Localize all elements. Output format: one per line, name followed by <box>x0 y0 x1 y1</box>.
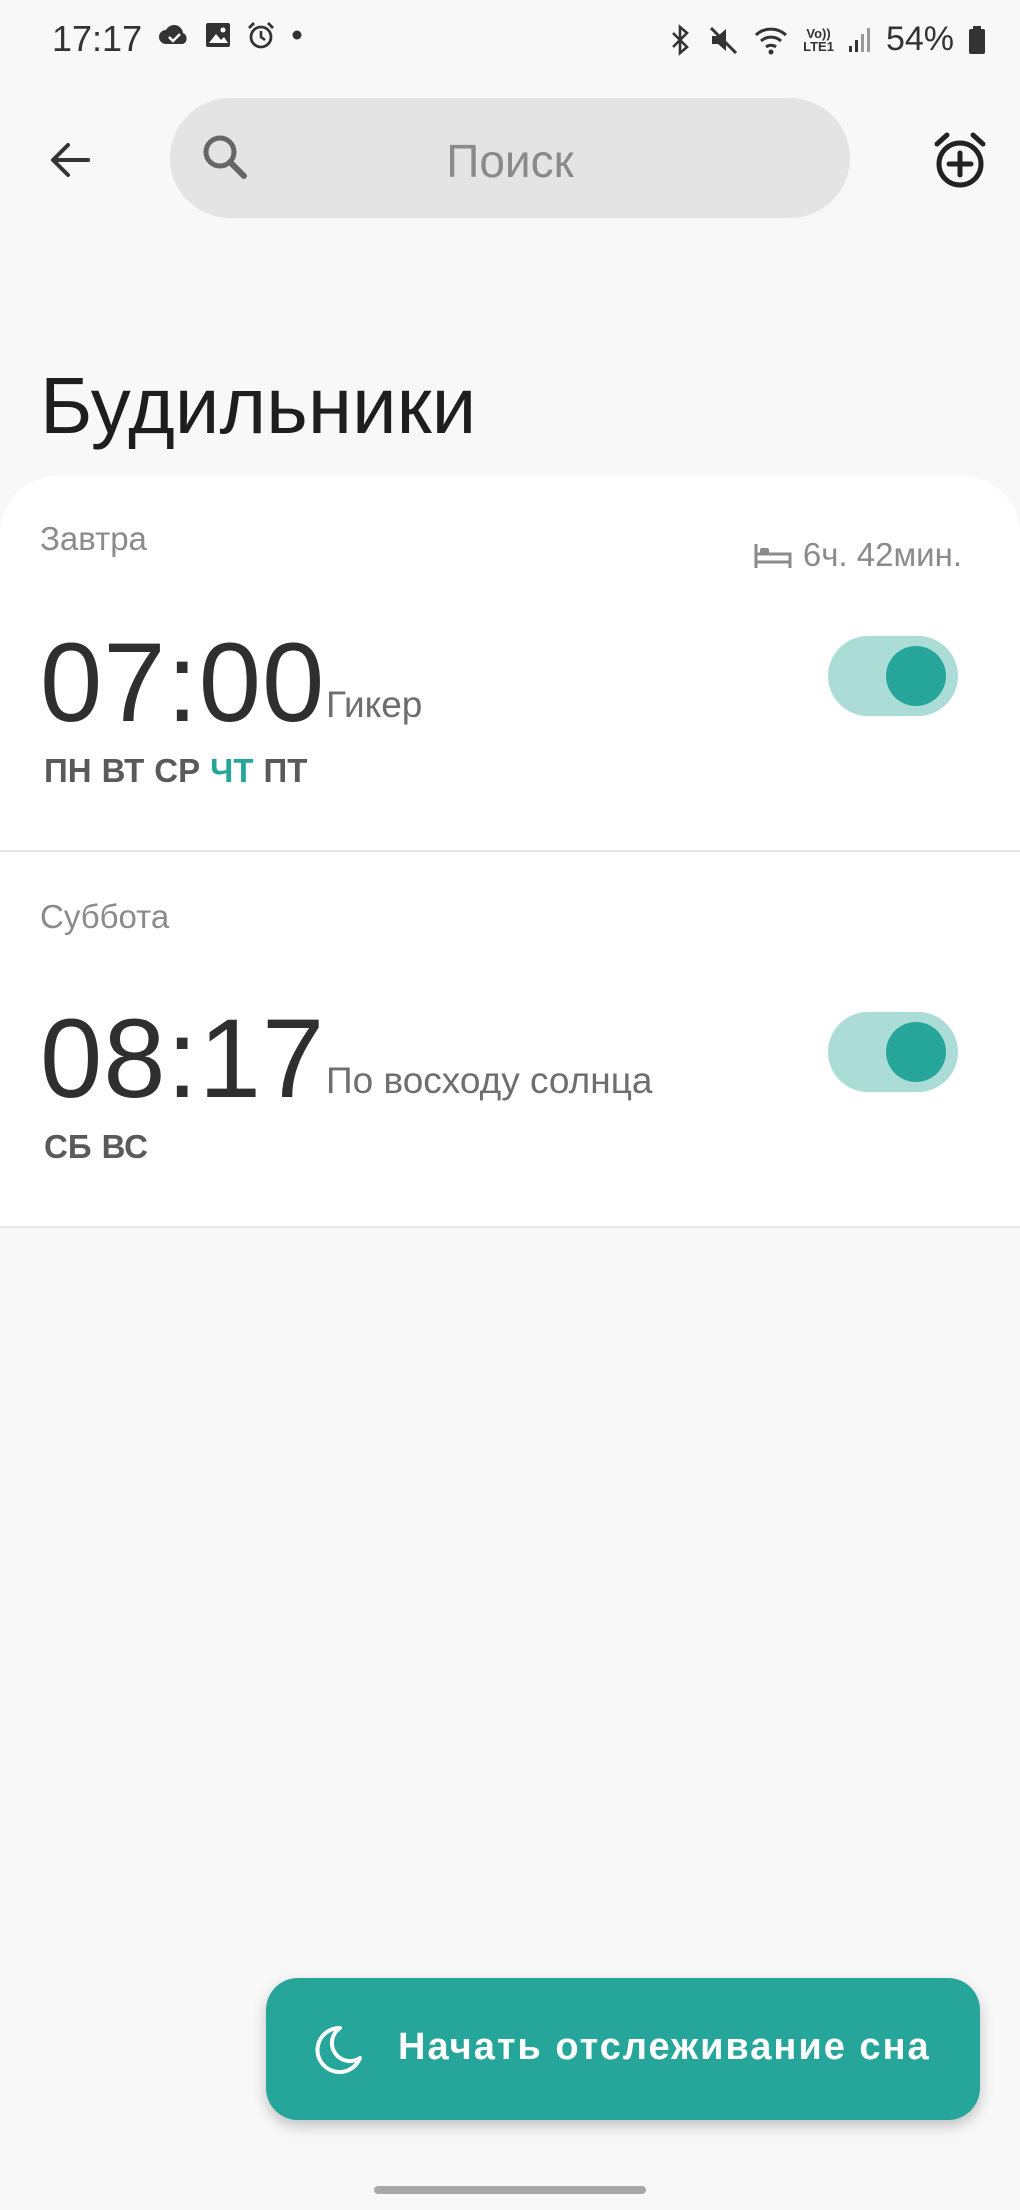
lte-indicator: Vo)) LTE1 <box>803 27 834 53</box>
alarm-toggle[interactable] <box>828 636 958 716</box>
battery-percent: 54% <box>885 20 954 58</box>
toolbar: Поиск <box>0 96 1020 220</box>
home-indicator[interactable] <box>374 2186 646 2194</box>
bed-icon <box>754 544 792 568</box>
dot-icon <box>292 30 302 40</box>
alarm-days: ПН ВТ СР ЧТ ПТ <box>44 752 307 790</box>
alarm-days: СБ ВС <box>44 1128 148 1166</box>
bluetooth-icon <box>672 23 690 56</box>
moon-icon <box>315 2025 362 2074</box>
sleep-duration-text: 6ч. 42мин. <box>802 536 962 573</box>
alarm-name: Гикер <box>326 684 423 725</box>
image-icon <box>206 23 230 47</box>
wifi-icon <box>755 27 788 54</box>
battery-icon <box>969 25 985 54</box>
mute-icon <box>710 26 738 54</box>
toggle-knob <box>886 1022 946 1082</box>
start-sleep-tracking-button[interactable]: Начать отслеживание сна <box>266 1978 980 2120</box>
alarm-time: 08:17 <box>40 996 326 1121</box>
page-title: Будильники <box>40 361 477 450</box>
day-sun: ВС <box>101 1128 148 1165</box>
divider <box>0 1226 1020 1228</box>
status-bar: 17:17 Vo)) LTE1 54% <box>0 0 1020 80</box>
search-input[interactable]: Поиск <box>170 98 850 218</box>
status-left-icons <box>158 20 304 50</box>
search-placeholder: Поиск <box>446 135 574 187</box>
alarm-card[interactable]: Суббота 08:17 По восходу солнца СБ ВС <box>0 852 1020 1226</box>
alarm-day-label: Суббота <box>40 898 170 935</box>
alarm-card[interactable]: Завтра 6ч. 42мин. 07:00 Гикер ПН ВТ СР Ч… <box>0 476 1020 850</box>
add-alarm-icon <box>934 132 986 188</box>
day-mon: ПН <box>44 752 92 789</box>
day-tue: ВТ <box>101 752 145 789</box>
alarm-day-label: Завтра <box>40 520 147 557</box>
arrow-left-icon <box>51 143 90 177</box>
toggle-knob <box>886 646 946 706</box>
day-thu: ЧТ <box>210 752 254 789</box>
alarm-name: По восходу солнца <box>326 1060 653 1101</box>
day-fri: ПТ <box>263 752 308 789</box>
sleep-button-label: Начать отслеживание сна <box>398 2026 931 2068</box>
day-wed: СР <box>154 752 201 789</box>
lte-bottom-label: LTE1 <box>803 38 834 54</box>
lte-top-label: Vo)) <box>806 25 831 41</box>
alarm-toggle[interactable] <box>828 1012 958 1092</box>
status-right-icons: Vo)) LTE1 54% <box>669 20 986 59</box>
signal-icon <box>848 27 870 52</box>
sleep-duration: 6ч. 42мин. <box>753 536 962 574</box>
back-button[interactable] <box>36 130 104 190</box>
day-sat: СБ <box>44 1128 92 1165</box>
add-alarm-button[interactable] <box>930 128 990 192</box>
status-time: 17:17 <box>52 18 143 59</box>
alarm-clock-icon <box>248 22 274 49</box>
cloud-check-icon <box>159 25 187 44</box>
alarm-time: 07:00 <box>40 620 326 745</box>
